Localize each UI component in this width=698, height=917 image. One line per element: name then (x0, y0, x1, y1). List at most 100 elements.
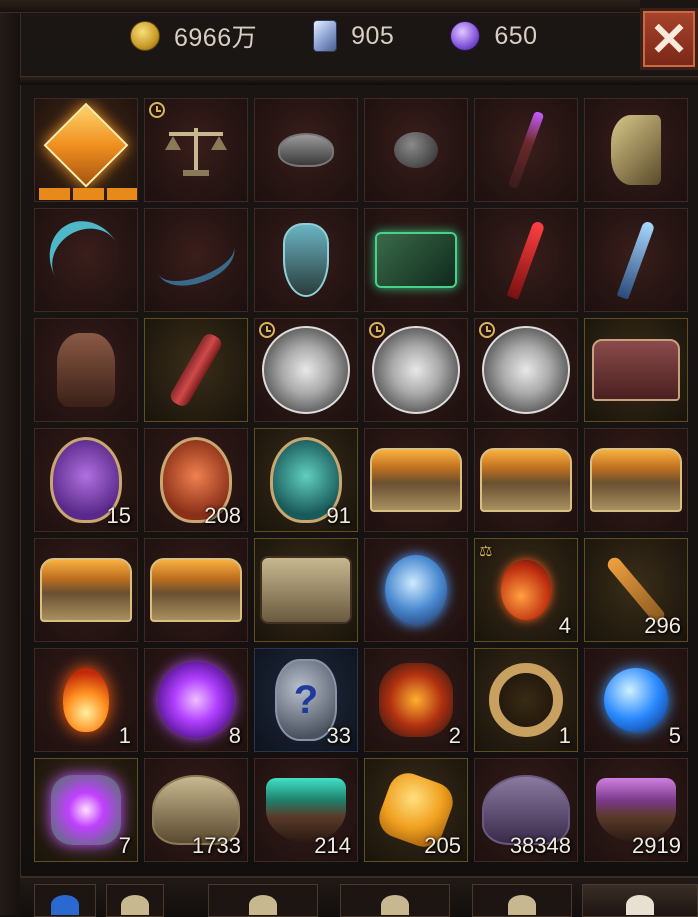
scroll-icon (167, 331, 225, 409)
bottom-tab-3[interactable] (208, 884, 318, 917)
chest-red-icon (592, 339, 680, 401)
purple-cauldron-item[interactable]: 2919 (584, 758, 688, 862)
bottom-tab-6[interactable] (582, 884, 698, 917)
flame-icon (63, 668, 109, 732)
dark-crown-item[interactable] (254, 98, 358, 202)
header-divider (20, 76, 698, 85)
ice-dagger-item[interactable] (584, 208, 688, 312)
bottom-tab-4[interactable] (340, 884, 450, 917)
inventory-grid: 15 208 91 ⚖ 4 296 1 8? 33 2 1 5 7 1733 214 205 38348 2919 (34, 98, 688, 862)
helm-icon (394, 132, 438, 168)
fire-comet-item[interactable]: ⚖ 4 (474, 538, 578, 642)
ornate-key-item[interactable]: 296 (584, 538, 688, 642)
scythe-item[interactable] (34, 208, 138, 312)
blue-orb-item[interactable]: 5 (584, 648, 688, 752)
item-count: 296 (644, 613, 681, 638)
thorn-helm-item[interactable] (364, 98, 468, 202)
orange-mask-item[interactable]: 208 (144, 428, 248, 532)
disc-icon (262, 326, 350, 414)
item-count: 208 (204, 503, 241, 528)
purple-vortex-item[interactable]: 8 (144, 648, 248, 752)
gold-chest-item-2[interactable] (474, 428, 578, 532)
gold-ring-item[interactable]: 1 (474, 648, 578, 752)
tab-item-icon (121, 895, 149, 915)
item-count: 214 (314, 833, 351, 858)
window-frame-top (0, 0, 640, 13)
teal-cauldron-item[interactable]: 214 (254, 758, 358, 862)
demon-chest-item[interactable] (254, 538, 358, 642)
disc-icon (482, 326, 570, 414)
silver-disc-item-2[interactable] (364, 318, 468, 422)
item-count: 205 (424, 833, 461, 858)
bottom-tab-2[interactable] (106, 884, 164, 917)
item-count: 8 (228, 723, 241, 748)
close-icon: ✕ (649, 13, 689, 65)
tab-item-icon (381, 895, 409, 915)
amber-gem-item[interactable]: 205 (364, 758, 468, 862)
chest-gold-icon (150, 558, 242, 622)
scales-icon (161, 120, 231, 180)
legendary-rune-item[interactable] (34, 98, 138, 202)
tab-item-icon (508, 895, 536, 915)
tome-green-icon (375, 232, 457, 288)
purple-mask-item[interactable]: 15 (34, 428, 138, 532)
red-dagger-item[interactable] (474, 208, 578, 312)
teal-mask-item[interactable]: 91 (254, 428, 358, 532)
item-count: 38348 (509, 833, 571, 858)
gold-chest-item-1[interactable] (364, 428, 468, 532)
gold-chest-item-5[interactable] (144, 538, 248, 642)
bottom-tab-1[interactable] (34, 884, 96, 917)
level-bars (39, 188, 137, 200)
gold-chest-item-4[interactable] (34, 538, 138, 642)
teal-shield-item[interactable] (254, 208, 358, 312)
bone-axe-item[interactable] (584, 98, 688, 202)
mystery-rune-item[interactable]: ? 33 (254, 648, 358, 752)
green-tome-item[interactable] (364, 208, 468, 312)
crown-icon (278, 133, 334, 167)
shard-amount: 905 (351, 21, 395, 50)
crossbow-item[interactable] (144, 208, 248, 312)
silver-disc-item-1[interactable] (254, 318, 358, 422)
blue-crystal-item[interactable] (364, 538, 468, 642)
currency-bar: 6966万 905 650 (130, 14, 630, 58)
scales-item[interactable] (144, 98, 248, 202)
chest-dark-icon (260, 556, 352, 624)
chest-gold-icon (480, 448, 572, 512)
item-count: 4 (558, 613, 571, 638)
shard-currency: 905 (313, 20, 394, 52)
tab-item-icon (249, 895, 277, 915)
timer-icon (479, 322, 495, 338)
flame-essence-item[interactable]: 1 (34, 648, 138, 752)
silver-disc-item-3[interactable] (474, 318, 578, 422)
purple-crystal-item[interactable]: 7 (34, 758, 138, 862)
item-count: 2919 (632, 833, 681, 858)
bottom-tab-5[interactable] (472, 884, 572, 917)
gold-pauldron-item[interactable]: 1733 (144, 758, 248, 862)
staff-icon (507, 110, 545, 190)
purple-pauldron-item[interactable]: 38348 (474, 758, 578, 862)
body-armor-item[interactable] (34, 318, 138, 422)
vortex-icon (158, 662, 234, 738)
red-chest-item[interactable] (584, 318, 688, 422)
window-frame-left (0, 0, 21, 915)
item-count: 7 (118, 833, 131, 858)
disc-icon (372, 326, 460, 414)
orb-amount: 650 (494, 21, 538, 50)
dagger-red-icon (506, 220, 546, 300)
level-bar (107, 188, 137, 200)
bottom-tab-strip (20, 876, 698, 917)
purple-staff-item[interactable] (474, 98, 578, 202)
orb-currency: 650 (450, 21, 537, 51)
item-count: 91 (326, 503, 351, 528)
item-count: 15 (106, 503, 131, 528)
tab-item-icon (626, 895, 654, 915)
gold-chest-item-3[interactable] (584, 428, 688, 532)
chest-gold-icon (590, 448, 682, 512)
trade-icon: ⚖ (479, 543, 493, 560)
axe-icon (611, 115, 661, 185)
close-button[interactable]: ✕ (640, 8, 698, 70)
level-bar (39, 188, 70, 200)
inventory-window: 6966万 905 650 ✕ 15 208 91 ⚖ 4 296 1 8? 33 2 1 5 7 173… (0, 0, 698, 917)
red-scroll-item[interactable] (144, 318, 248, 422)
lava-rune-item[interactable]: 2 (364, 648, 468, 752)
